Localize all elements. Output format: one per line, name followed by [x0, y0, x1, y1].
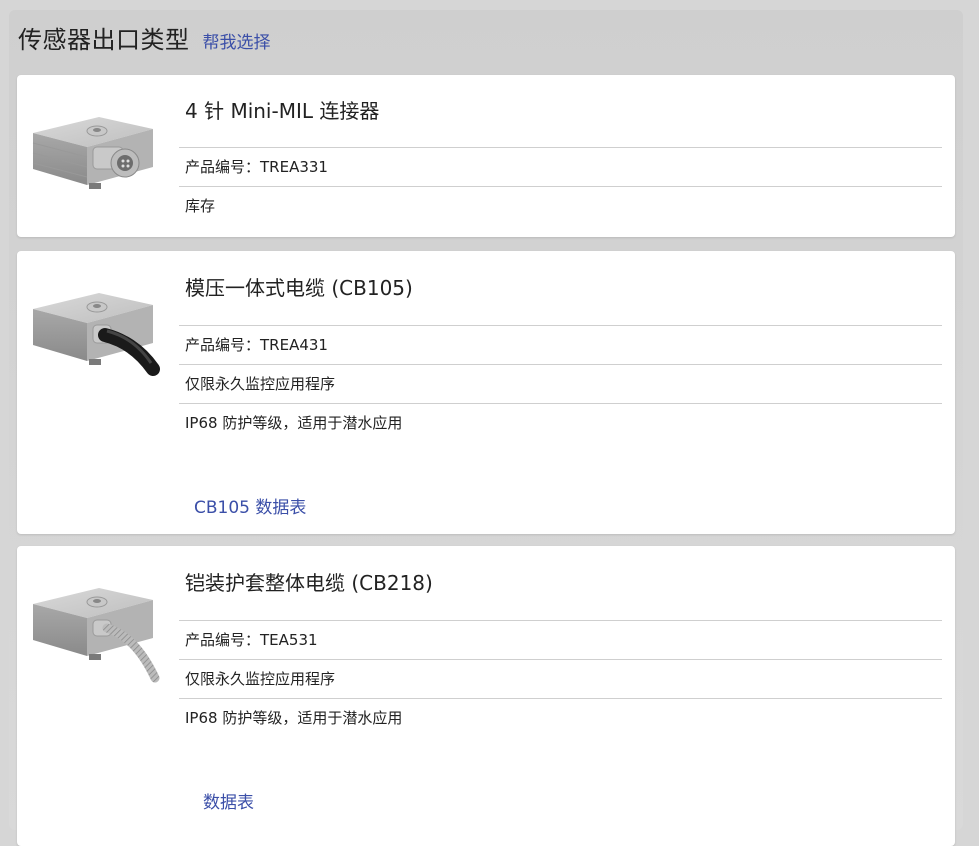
product-card-cb105[interactable]: 模压一体式电缆 (CB105) 产品编号：TREA431 仅限永久监控应用程序 … [17, 251, 955, 534]
product-details: 铠装护套整体电缆 (CB218) 产品编号：TEA531 仅限永久监控应用程序 … [179, 546, 942, 737]
part-number: 产品编号：TREA331 [179, 148, 942, 187]
product-details: 4 针 Mini-MIL 连接器 产品编号：TREA331 库存 [179, 75, 942, 225]
sensor-connector-image [32, 117, 153, 189]
sensor-molded-cable-image [33, 293, 160, 376]
cb218-datasheet-link[interactable]: 数据表 [203, 788, 254, 813]
product-feature: 库存 [185, 197, 216, 215]
product-feature: 仅限永久监控应用程序 [179, 660, 942, 699]
page-title: 传感器出口类型 [18, 26, 190, 54]
product-feature: 仅限永久监控应用程序 [179, 365, 942, 404]
cb105-datasheet-link[interactable]: CB105 数据表 [194, 493, 306, 518]
help-me-choose-link[interactable]: 帮我选择 [203, 28, 271, 53]
product-title: 铠装护套整体电缆 (CB218) [179, 546, 942, 621]
outlet-type-panel: 传感器出口类型 帮我选择 4 针 Mini-MIL 连接器 产品编号：TREA3… [9, 10, 963, 846]
part-number: 产品编号：TEA531 [179, 621, 942, 660]
product-title: 4 针 Mini-MIL 连接器 [179, 75, 942, 148]
panel-header: 传感器出口类型 帮我选择 [18, 20, 271, 60]
product-feature: IP68 防护等级，适用于潜水应用 [185, 709, 403, 727]
product-card-cb218[interactable]: 铠装护套整体电缆 (CB218) 产品编号：TEA531 仅限永久监控应用程序 … [17, 546, 955, 846]
product-feature: IP68 防护等级，适用于潜水应用 [185, 414, 403, 432]
sensor-armored-cable-image [33, 588, 160, 683]
product-title: 模压一体式电缆 (CB105) [179, 251, 942, 326]
product-card-mini-mil[interactable]: 4 针 Mini-MIL 连接器 产品编号：TREA331 库存 [17, 75, 955, 237]
product-details: 模压一体式电缆 (CB105) 产品编号：TREA431 仅限永久监控应用程序 … [179, 251, 942, 442]
part-number: 产品编号：TREA431 [179, 326, 942, 365]
